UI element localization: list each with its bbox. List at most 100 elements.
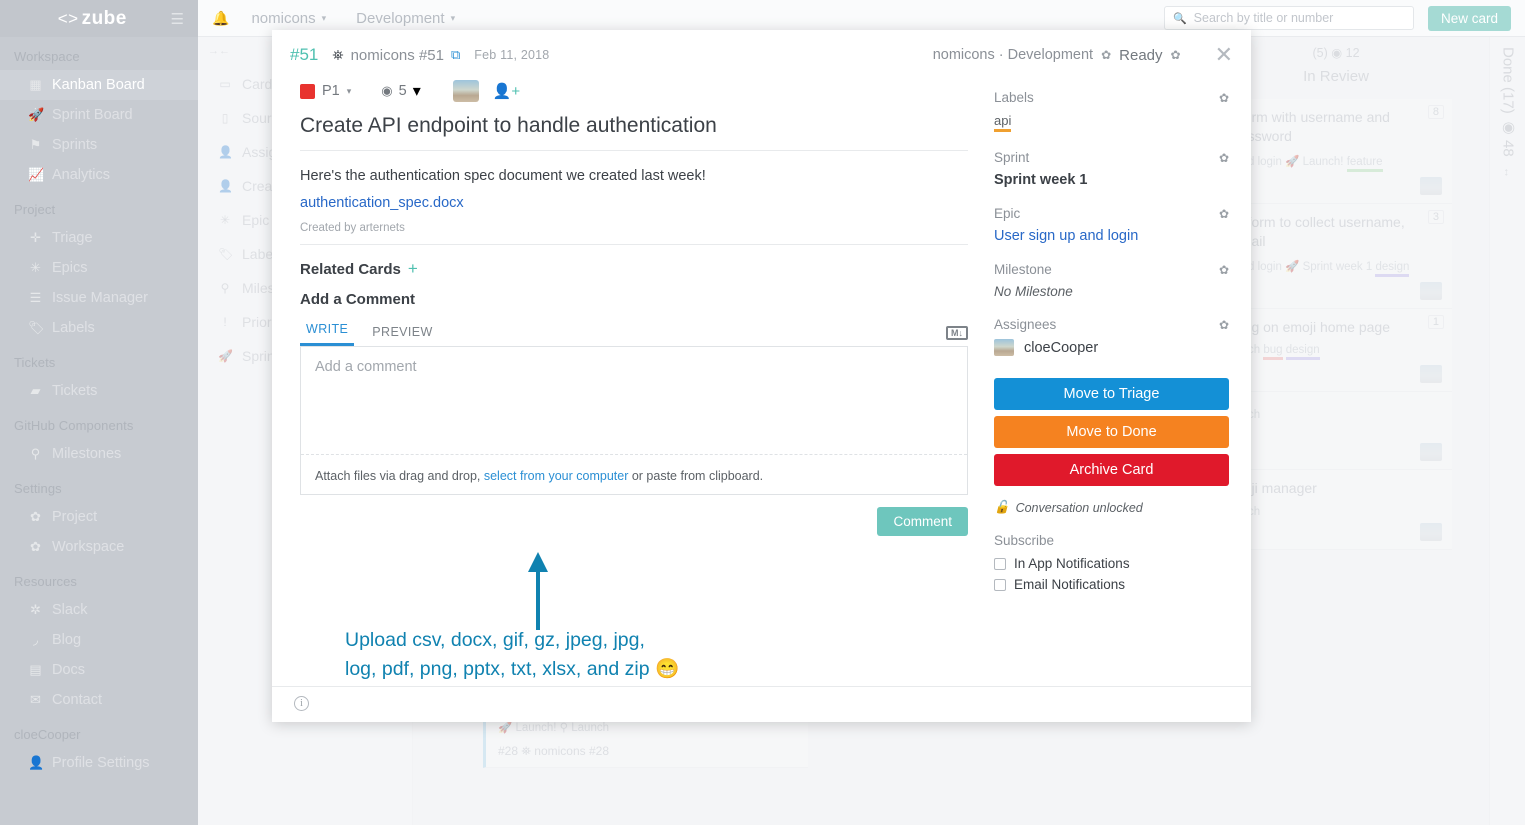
avatar[interactable]: [452, 80, 479, 102]
modal-body: P1 ▾ ◉ 5 ▾ 👤+ Create API endpoint to han…: [272, 74, 1251, 686]
label-chip-api[interactable]: api: [994, 113, 1012, 132]
sidebar-section-label: GitHub Components: [14, 418, 134, 433]
sidebar-item-issue-manager[interactable]: ☰ Issue Manager: [0, 283, 198, 313]
new-card-button[interactable]: New card: [1427, 5, 1511, 31]
in-app-notifications-checkbox[interactable]: In App Notifications: [994, 556, 1229, 571]
card-type-icon: ▭: [219, 77, 231, 91]
comment-editor: Attach files via drag and drop, select f…: [300, 347, 968, 496]
avatar: [1420, 281, 1442, 300]
gear-icon[interactable]: ✿: [1219, 318, 1229, 332]
done-column-rail[interactable]: Done (17) ◉ 48 ↔: [1489, 37, 1525, 825]
org-name: nomicons: [251, 9, 316, 27]
sidebar-item-docs[interactable]: ▤ Docs: [0, 655, 198, 685]
conversation-lock-status[interactable]: 🔓 Conversation unlocked: [994, 500, 1229, 515]
project-selector[interactable]: Development ▾: [356, 10, 455, 27]
move-to-triage-button[interactable]: Move to Triage: [994, 378, 1229, 410]
gear-icon[interactable]: ✿: [1171, 48, 1181, 62]
board-card[interactable]: 8 ...orm with username and password ...n…: [1220, 99, 1452, 204]
sidebar-item-label: Sprint Board: [52, 107, 133, 123]
sprint-title: Sprint: [994, 150, 1030, 165]
sidebar-item-project-settings[interactable]: ✿ Project: [0, 502, 198, 532]
card-title[interactable]: Create API endpoint to handle authentica…: [300, 114, 968, 151]
sidebar-item-tickets[interactable]: ▰ Tickets: [0, 376, 198, 406]
sidebar-item-label: Docs: [52, 662, 86, 678]
sidebar-section-label: Workspace: [14, 49, 80, 64]
select-from-computer-link[interactable]: select from your computer: [484, 469, 629, 483]
points-selector[interactable]: ◉ 5 ▾: [381, 81, 420, 101]
email-notifications-checkbox[interactable]: Email Notifications: [994, 577, 1229, 592]
attachment-link[interactable]: authentication_spec.docx: [300, 195, 968, 211]
org-selector[interactable]: nomicons ▾: [251, 10, 326, 27]
gear-icon[interactable]: ✿: [1101, 48, 1111, 62]
close-icon[interactable]: ✕: [1215, 44, 1233, 66]
milestone-value: No Milestone: [994, 284, 1073, 299]
assignee-row[interactable]: cloeCooper: [994, 339, 1229, 356]
sidebar-item-blog[interactable]: ◞ Blog: [0, 625, 198, 655]
search-box[interactable]: 🔍: [1163, 6, 1414, 30]
card-label: design: [1285, 344, 1320, 361]
search-input[interactable]: [1193, 11, 1405, 25]
lock-status-text: Conversation unlocked: [1015, 500, 1143, 515]
priority-color-swatch: [300, 83, 315, 99]
board-card[interactable]: 1 ...ug on emoji home page ...nch bug de…: [1220, 308, 1452, 393]
sidebar-item-profile-settings[interactable]: 👤 Profile Settings: [0, 748, 198, 778]
source-icon: ▯: [221, 111, 229, 125]
sidebar-item-label: Milestones: [52, 446, 122, 462]
sidebar-item-slack[interactable]: ✲ Slack: [0, 595, 198, 625]
card-label: bug: [1263, 344, 1283, 361]
avatar: [1420, 443, 1442, 462]
gear-icon[interactable]: ✿: [1219, 151, 1229, 165]
move-to-done-button[interactable]: Move to Done: [994, 416, 1229, 448]
unlock-icon: 🔓: [994, 500, 1010, 514]
board-card[interactable]: ...oji manager ...nch #44: [1220, 470, 1452, 551]
archive-card-button[interactable]: Archive Card: [994, 454, 1229, 486]
board-card[interactable]: ...nch #47: [1220, 392, 1452, 471]
breadcrumb: nomicons · Development: [932, 47, 1094, 63]
markdown-icon[interactable]: M↓: [946, 326, 968, 341]
notifications-bell-icon[interactable]: 🔔: [212, 10, 229, 27]
add-assignee-icon[interactable]: 👤+: [493, 82, 520, 100]
hamburger-menu-icon[interactable]: ☰: [171, 10, 184, 28]
sidebar-section-label: Tickets: [14, 355, 56, 370]
labels-section: Labels ✿ api: [994, 90, 1229, 132]
sidebar-item-contact[interactable]: ✉ Contact: [0, 685, 198, 715]
sidebar-item-label: Issue Manager: [52, 290, 148, 306]
gear-icon[interactable]: ✿: [1219, 91, 1229, 105]
info-icon[interactable]: i: [294, 696, 309, 711]
epic-node-icon: ✳: [219, 213, 231, 227]
card-title: ...ug on emoji home page: [1232, 318, 1390, 335]
sidebar-item-epics[interactable]: ✳ Epics: [0, 253, 198, 283]
sidebar-item-kanban-board[interactable]: ▦ Kanban Board: [0, 70, 198, 100]
sidebar-item-triage[interactable]: ✛ Triage: [0, 223, 198, 253]
card-id: #51: [290, 45, 319, 64]
app-logo[interactable]: <> zube: [14, 8, 171, 30]
sidebar-item-labels[interactable]: 🏷 Labels: [0, 313, 198, 343]
related-cards-label: Related Cards: [300, 260, 401, 278]
sidebar-item-analytics[interactable]: 📈 Analytics: [0, 160, 198, 190]
tab-preview[interactable]: PREVIEW: [366, 321, 438, 346]
board-card[interactable]: 3 ... form to collect username, email ..…: [1220, 203, 1452, 309]
submit-comment-button[interactable]: Comment: [877, 507, 968, 537]
card-label: design: [1375, 261, 1410, 277]
gear-icon[interactable]: ✿: [1219, 207, 1229, 221]
gear-icon[interactable]: ✿: [1219, 263, 1229, 277]
sidebar-item-workspace-settings[interactable]: ✿ Workspace: [0, 532, 198, 562]
sidebar-item-sprints[interactable]: ⚑ Sprints: [0, 130, 198, 160]
sidebar-item-milestones[interactable]: ⚲ Milestones: [0, 439, 198, 469]
github-reference[interactable]: ⛯ nomicons #51: [332, 47, 444, 64]
column-header-counts: (5) ◉ 12: [1220, 37, 1452, 60]
card-meta-text: ...nch: [1232, 506, 1440, 518]
external-link-icon[interactable]: ⧉: [451, 47, 460, 63]
sidebar-group-settings: Settings ✿ Project ✿ Workspace: [0, 469, 198, 562]
sprint-value: Sprint week 1: [994, 172, 1088, 188]
card-detail-modal: #51 ⛯ nomicons #51 ⧉ Feb 11, 2018 nomico…: [272, 30, 1251, 722]
comment-input[interactable]: [301, 347, 967, 456]
priority-selector[interactable]: P1 ▾: [300, 83, 351, 99]
sidebar-item-sprint-board[interactable]: 🚀 Sprint Board: [0, 100, 198, 130]
subscribe-section: Subscribe In App Notifications Email Not…: [994, 533, 1229, 592]
epic-value[interactable]: User sign up and login: [994, 228, 1229, 244]
tab-write[interactable]: WRITE: [300, 318, 355, 347]
sidebar-username: cloeCooper: [14, 727, 81, 742]
sidebar-group-resources: Resources ✲ Slack ◞ Blog ▤ Docs ✉ Contac…: [0, 562, 198, 715]
add-related-card-icon[interactable]: +: [408, 259, 418, 279]
